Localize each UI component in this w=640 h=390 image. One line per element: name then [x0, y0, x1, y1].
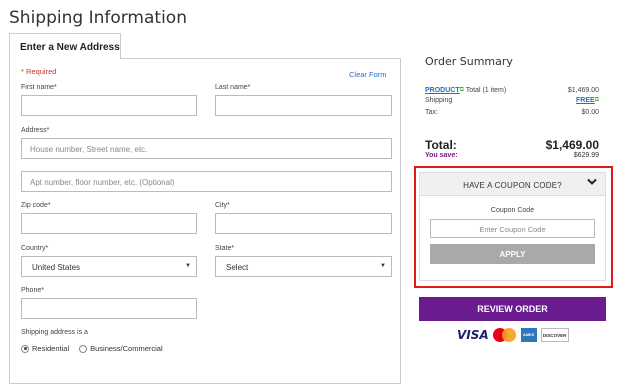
- last-name-input[interactable]: [215, 95, 392, 116]
- country-label: Country*: [21, 245, 49, 252]
- coupon-header-text: HAVE A COUPON CODE?: [463, 181, 562, 190]
- summary-total-line: Total: $1,469.00: [425, 138, 599, 152]
- shipping-label: Shipping: [425, 97, 453, 104]
- address-label: Address*: [21, 127, 50, 134]
- summary-product-line: PRODUCT⧉ Total (1 item) $1,469.00: [425, 87, 599, 94]
- last-name-label: Last name*: [215, 84, 251, 91]
- total-value: $1,469.00: [545, 138, 599, 152]
- radio-indicator: [79, 344, 88, 353]
- payment-cards: VISA AMEX DISCOVER: [457, 328, 569, 342]
- discover-logo: DISCOVER: [540, 328, 569, 342]
- apply-coupon-button[interactable]: APPLY: [430, 244, 595, 264]
- city-label: City*: [215, 202, 230, 209]
- tax-label: Tax:: [425, 109, 438, 116]
- chevron-down-icon: ▼: [185, 263, 191, 269]
- external-link-icon: ⧉: [594, 97, 599, 103]
- page-title: Shipping Information: [9, 8, 187, 28]
- order-summary-title: Order Summary: [425, 55, 513, 68]
- coupon-label: Coupon Code: [490, 207, 535, 214]
- mastercard-logo: [492, 328, 517, 342]
- tax-value: $0.00: [581, 109, 599, 116]
- total-label: Total:: [425, 138, 457, 152]
- review-order-button[interactable]: REVIEW ORDER: [419, 297, 606, 321]
- phone-label: Phone*: [21, 287, 44, 294]
- product-text: Total (1 item): [465, 87, 507, 94]
- phone-input[interactable]: [21, 298, 197, 319]
- summary-tax-line: Tax: $0.00: [425, 109, 599, 116]
- radio-indicator: [21, 344, 29, 353]
- city-input[interactable]: [215, 213, 392, 234]
- shipping-type-label: Shipping address is a: [21, 329, 88, 336]
- first-name-input[interactable]: [21, 95, 197, 116]
- product-price: $1,469.00: [567, 87, 599, 94]
- zip-label: Zip code*: [21, 202, 51, 209]
- address-input[interactable]: House number, Street name, etc.: [21, 138, 392, 159]
- amex-logo: AMEX: [520, 328, 537, 342]
- state-value: Select: [226, 263, 249, 272]
- country-select[interactable]: United States ▼: [21, 256, 197, 277]
- first-name-label: First name*: [21, 84, 57, 91]
- coupon-toggle[interactable]: HAVE A COUPON CODE?: [419, 172, 606, 196]
- save-value: $629.99: [573, 152, 599, 159]
- zip-input[interactable]: [21, 213, 197, 234]
- state-select[interactable]: Select ▼: [215, 256, 392, 277]
- coupon-input[interactable]: Enter Coupon Code: [430, 219, 595, 238]
- radio-label: Business/Commercial: [90, 344, 163, 353]
- tab-new-address[interactable]: Enter a New Address: [9, 33, 121, 59]
- chevron-down-icon: ▼: [380, 263, 386, 269]
- radio-business[interactable]: Business/Commercial: [79, 344, 163, 353]
- address2-input[interactable]: Apt number, floor number, etc. (Optional…: [21, 171, 392, 192]
- clear-form-link[interactable]: Clear Form: [349, 70, 387, 79]
- state-label: State*: [215, 245, 235, 252]
- visa-logo: VISA: [457, 328, 489, 342]
- country-value: United States: [32, 263, 81, 272]
- save-label: You save:: [425, 152, 458, 159]
- shipping-type-group: Residential Business/Commercial: [21, 344, 173, 353]
- chevron-down-icon: [587, 178, 597, 188]
- radio-residential[interactable]: Residential: [21, 344, 69, 353]
- external-link-icon: ⧉: [459, 87, 464, 93]
- radio-label: Residential: [32, 344, 70, 353]
- required-note: * Required: [21, 67, 57, 76]
- product-link[interactable]: PRODUCT: [425, 87, 460, 94]
- summary-shipping-line: Shipping FREE⧉: [425, 97, 599, 104]
- summary-savings-line: You save: $629.99: [425, 152, 599, 159]
- shipping-free-link[interactable]: FREE: [576, 97, 595, 104]
